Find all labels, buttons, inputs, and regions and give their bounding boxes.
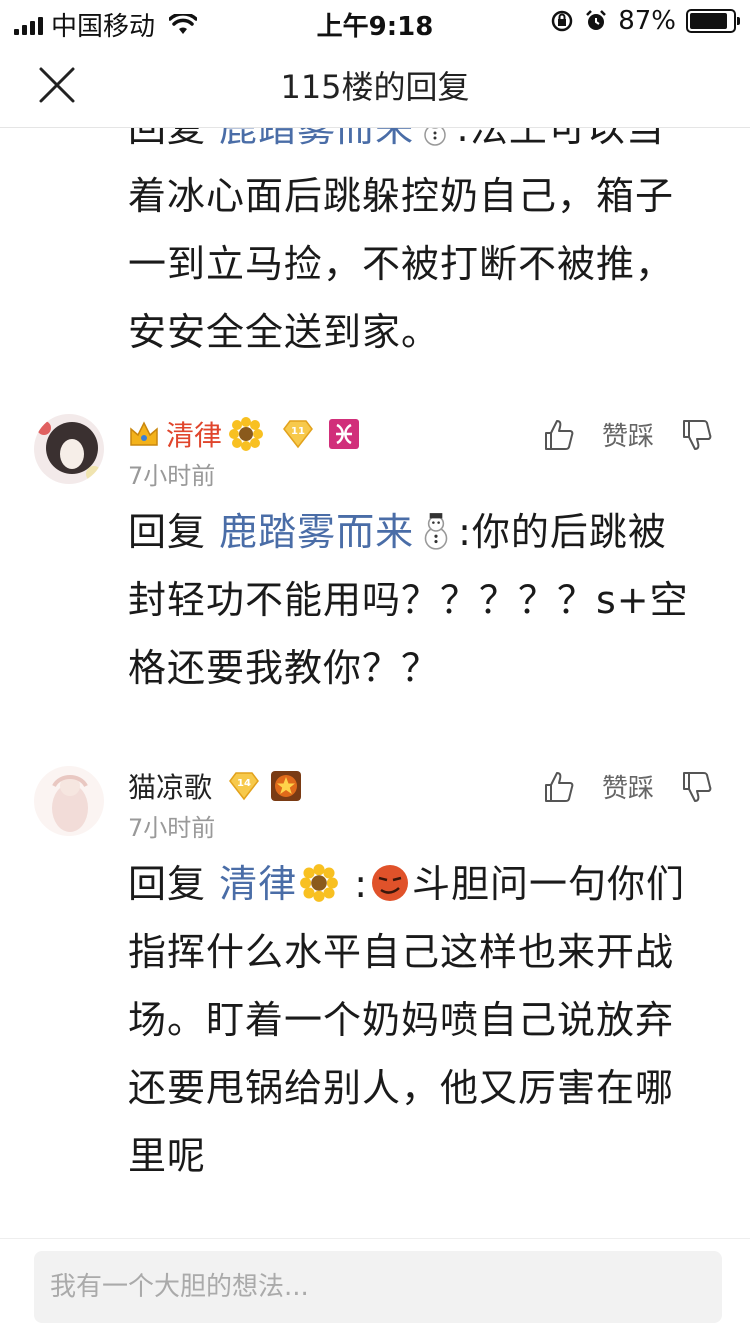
comment-actions: 赞踩 [542,768,714,805]
crown-icon [130,421,158,446]
battery-percent: 87% [618,6,676,36]
reply-text: 回复 鹿踏雾而来:法王可以当着冰心面后跳躲控奶自己，箱子一到立马捡，不被打断不被… [0,128,750,366]
reply-list[interactable]: 回复 鹿踏雾而来:法王可以当着冰心面后跳躲控奶自己，箱子一到立马捡，不被打断不被… [0,128,750,1238]
user-name-row: 猫凉歌 14 [128,766,302,806]
reply-prefix: 回复 [128,862,207,906]
sunflower-emoji-icon [300,864,339,902]
level-badge-icon: 14 [229,772,259,801]
reply-body: :法王可以当着冰心面后跳躲控奶自己，箱子一到立马捡，不被打断不被推，安安全全送到… [128,128,675,354]
dislike-label[interactable]: 踩 [628,774,654,804]
list-item: 猫凉歌 14 7小时前 赞踩 回复 清律 : 斗胆问一句你们指挥什么水平自己这样也 [0,762,750,1182]
reply-prefix: 回复 [128,510,207,554]
nav-bar: 115楼的回复 [0,40,750,128]
comment-time: 7小时前 [128,462,216,490]
smirk-face-emoji-icon [372,865,409,901]
avatar[interactable] [34,414,104,484]
reply-prefix: 回复 [128,128,207,150]
like-label[interactable]: 赞 [602,422,628,452]
svg-text:14: 14 [237,778,251,789]
bottom-input-bar [0,1238,750,1334]
snowman-emoji-icon [424,128,446,146]
avatar[interactable] [34,766,104,836]
dislike-label[interactable]: 踩 [628,422,654,452]
pisces-zodiac-icon [329,419,360,449]
avatar-image-icon [34,766,104,836]
thumbs-up-icon[interactable] [542,418,576,452]
sunflower-emoji-icon [229,417,264,451]
vote-labels: 赞踩 [602,768,654,805]
status-bar: 中国移动 上午9:18 87% [0,0,750,42]
thumbs-down-icon[interactable] [680,770,714,804]
thumbs-up-icon[interactable] [542,770,576,804]
battery-icon [686,9,740,33]
comment-actions: 赞踩 [542,416,714,453]
list-item: 回复 鹿踏雾而来:法王可以当着冰心面后跳躲控奶自己，箱子一到立马捡，不被打断不被… [0,128,750,366]
svg-text:11: 11 [291,426,305,437]
alarm-icon [586,10,607,30]
reply-body: 斗胆问一句你们指挥什么水平自己这样也来开战场。盯着一个奶妈喷自己说放弃还要甩锅给… [128,862,686,1178]
status-right: 87% [550,6,740,36]
level-badge-icon: 11 [283,420,313,449]
user-name-row: 清律 11 [128,414,360,454]
avatar-image-icon [34,414,104,484]
vote-labels: 赞踩 [602,416,654,453]
thumbs-down-icon[interactable] [680,418,714,452]
battery-fill [690,13,727,29]
reply-input[interactable] [34,1251,722,1323]
mention-link[interactable]: 鹿踏雾而来 [219,128,414,150]
rotation-lock-icon [551,10,573,32]
page-title: 115楼的回复 [280,68,470,106]
username[interactable]: 清律 [166,414,222,454]
like-label[interactable]: 赞 [602,774,628,804]
list-item: 清律 11 7小时前 赞踩 回复 鹿踏雾而来:你的后跳被封轻功不能用吗？？？？… [0,410,750,740]
medal-badge-icon [271,771,302,801]
mention-link[interactable]: 清律 [219,862,297,906]
comment-time: 7小时前 [128,814,216,842]
reply-text: 回复 鹿踏雾而来:你的后跳被封轻功不能用吗？？？？？s+空格还要我教你？？ [0,498,750,702]
reply-text: 回复 清律 : 斗胆问一句你们指挥什么水平自己这样也来开战场。盯着一个奶妈喷自己说… [128,862,686,1178]
mention-link[interactable]: 鹿踏雾而来 [219,510,414,554]
username[interactable]: 猫凉歌 [128,766,212,806]
snowman-emoji-icon [424,513,448,550]
